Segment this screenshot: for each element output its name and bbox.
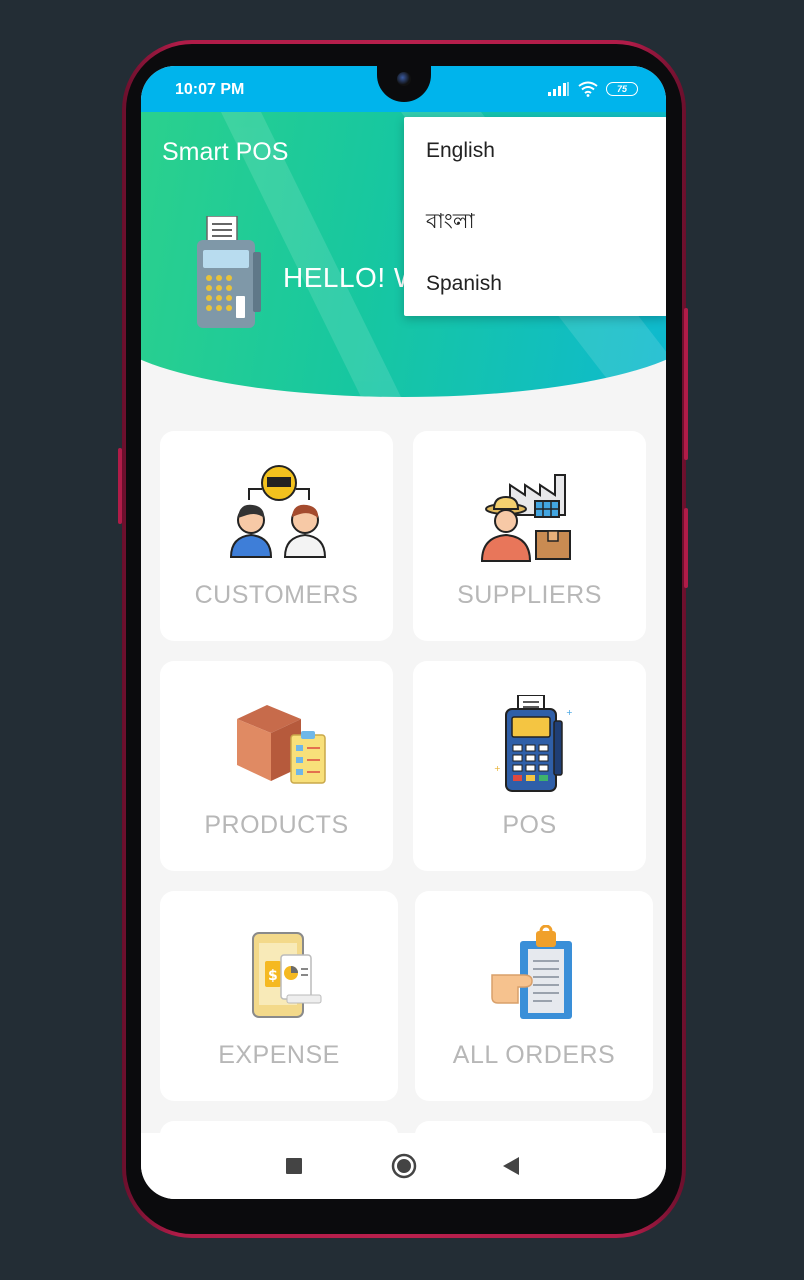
language-option-spanish[interactable]: Spanish xyxy=(426,272,502,296)
battery-icon: 75 xyxy=(606,82,638,96)
products-icon xyxy=(236,705,326,784)
products-card[interactable]: PRODUCTS xyxy=(160,661,393,871)
language-option-bangla[interactable]: বাংলা xyxy=(426,205,475,240)
suppliers-card[interactable]: SUPPLIERS xyxy=(413,431,646,641)
status-bar: 10:07 PM 75 xyxy=(141,66,666,112)
expense-label: EXPENSE xyxy=(218,1041,340,1069)
camera-notch xyxy=(377,66,431,102)
side-button xyxy=(684,508,688,588)
wifi-icon xyxy=(578,81,598,97)
navigation-bar xyxy=(141,1133,666,1199)
language-option-english[interactable]: English xyxy=(426,139,495,163)
battery-level: 75 xyxy=(616,84,627,94)
all-orders-card[interactable]: ALL ORDERS xyxy=(415,891,653,1101)
home-icon[interactable] xyxy=(391,1153,417,1179)
suppliers-label: SUPPLIERS xyxy=(457,581,602,609)
svg-text:$: $ xyxy=(268,968,278,984)
customers-card[interactable]: CUSTOMERS xyxy=(160,431,393,641)
pos-label: POS xyxy=(502,811,557,839)
status-time: 10:07 PM xyxy=(175,81,245,98)
signal-icon xyxy=(548,82,569,96)
side-button xyxy=(118,448,122,524)
language-dropdown: English বাংলা Spanish xyxy=(404,117,666,316)
side-button xyxy=(684,308,688,460)
pos-card[interactable]: + + POS xyxy=(413,661,646,871)
customers-label: CUSTOMERS xyxy=(194,581,359,609)
svg-text:+: + xyxy=(566,708,573,717)
camera-icon xyxy=(397,72,411,86)
customers-icon xyxy=(229,465,326,558)
app-screen: 10:07 PM 75 Smart POS HELLO! W CUSTOMERS… xyxy=(141,66,666,1199)
products-label: PRODUCTS xyxy=(204,811,349,839)
expense-card[interactable]: $ EXPENSE xyxy=(160,891,398,1101)
expense-icon: $ xyxy=(252,932,322,1018)
app-title: Smart POS xyxy=(162,138,289,166)
all-orders-icon xyxy=(491,925,572,1019)
recent-apps-icon[interactable] xyxy=(286,1158,302,1174)
suppliers-icon xyxy=(480,474,571,562)
pos-machine-icon xyxy=(197,216,261,328)
greeting-text: HELLO! W xyxy=(283,262,421,293)
pos-terminal-icon: + + xyxy=(494,695,573,792)
all-orders-label: ALL ORDERS xyxy=(452,1041,616,1069)
svg-text:+: + xyxy=(494,764,501,773)
back-icon[interactable] xyxy=(503,1157,519,1175)
